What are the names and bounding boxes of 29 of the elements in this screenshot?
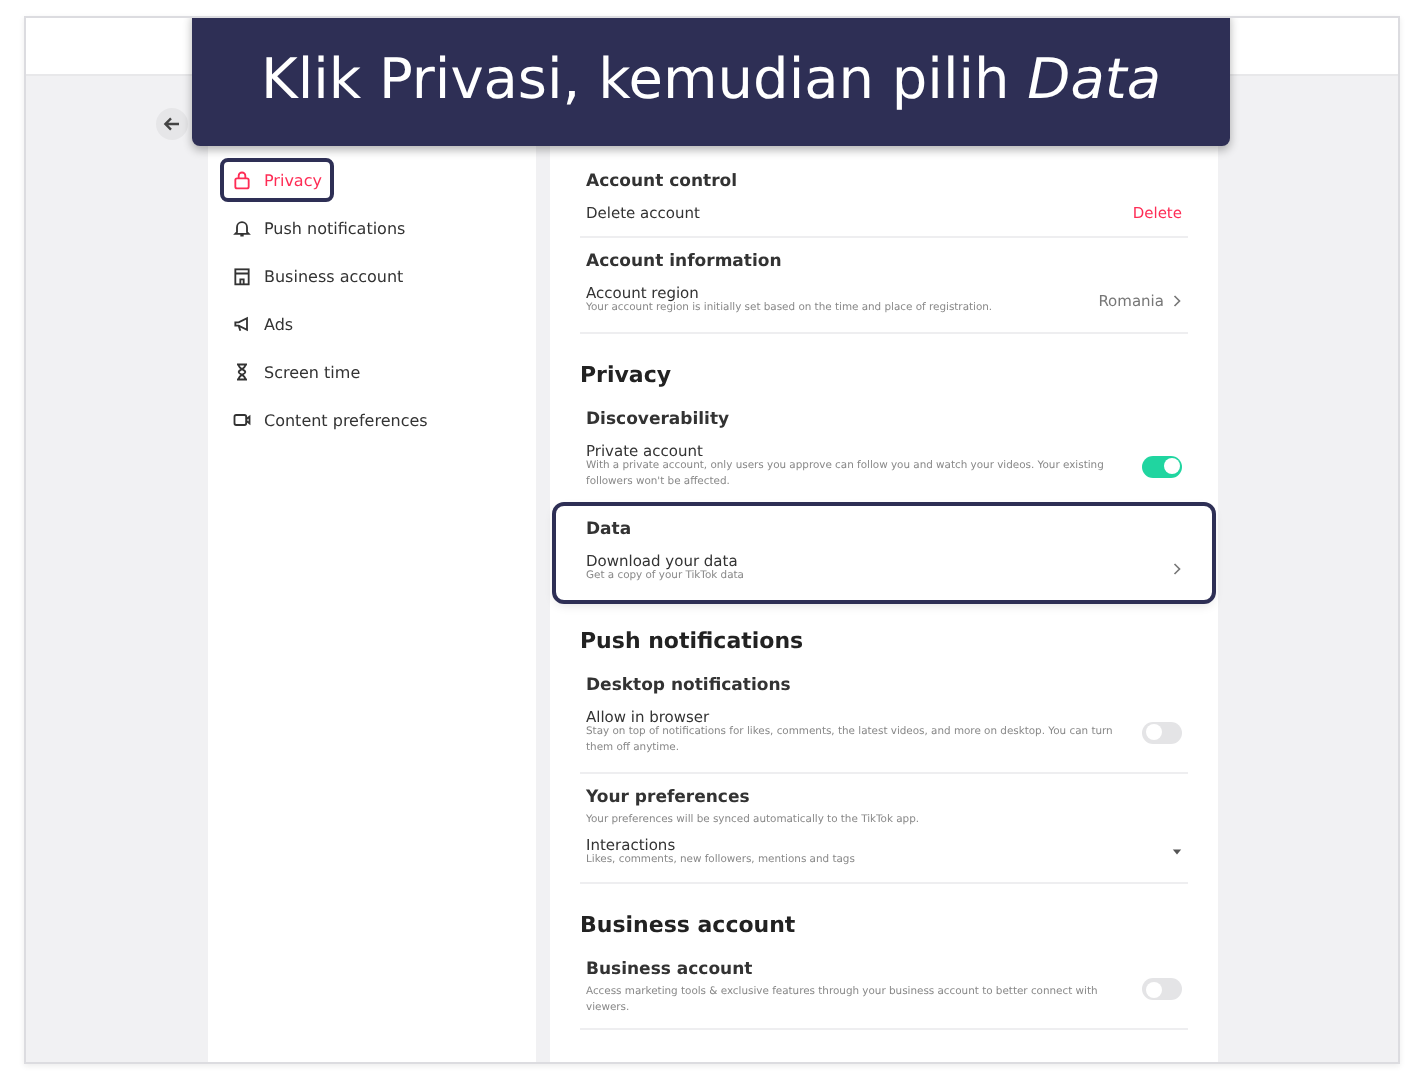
lock-icon [232, 170, 252, 190]
toggle-switch[interactable] [1142, 721, 1182, 744]
sidebar-item[interactable]: Privacy [224, 162, 330, 198]
toggle-switch[interactable] [1142, 978, 1182, 1001]
megaphone-icon [232, 314, 252, 334]
sidebar-item[interactable]: Business account [224, 252, 412, 300]
sidebar-item[interactable]: Ads [224, 300, 302, 348]
sidebar-item[interactable]: Content preferences [224, 396, 436, 444]
sidebar-item[interactable]: Push notifications [224, 204, 414, 252]
group-title: Discoverability [586, 409, 730, 430]
hourglass-icon [232, 362, 252, 382]
section-heading: Business account [580, 912, 798, 939]
group-title: Business account [586, 960, 755, 981]
video-camera-icon [232, 410, 252, 430]
chevron-right-icon[interactable] [1172, 562, 1182, 577]
instruction-banner: Klik Privasi, kemudian pilih Data [192, 18, 1230, 146]
chevron-right-icon[interactable] [1172, 293, 1182, 308]
shop-icon [232, 266, 252, 286]
group-title: Data [586, 520, 632, 541]
caret-down-icon[interactable] [1172, 847, 1182, 856]
sidebar-item[interactable]: Screen time [224, 348, 369, 396]
toggle-switch[interactable] [1142, 455, 1182, 478]
group-title: Desktop notifications [586, 676, 791, 697]
section-heading: Privacy [580, 361, 674, 388]
group-title: Your preferences [586, 787, 752, 808]
group-title: Account information [586, 252, 782, 272]
section-heading: Push notifications [580, 628, 806, 655]
group-title: Account control [586, 172, 738, 192]
bell-icon [232, 218, 252, 238]
